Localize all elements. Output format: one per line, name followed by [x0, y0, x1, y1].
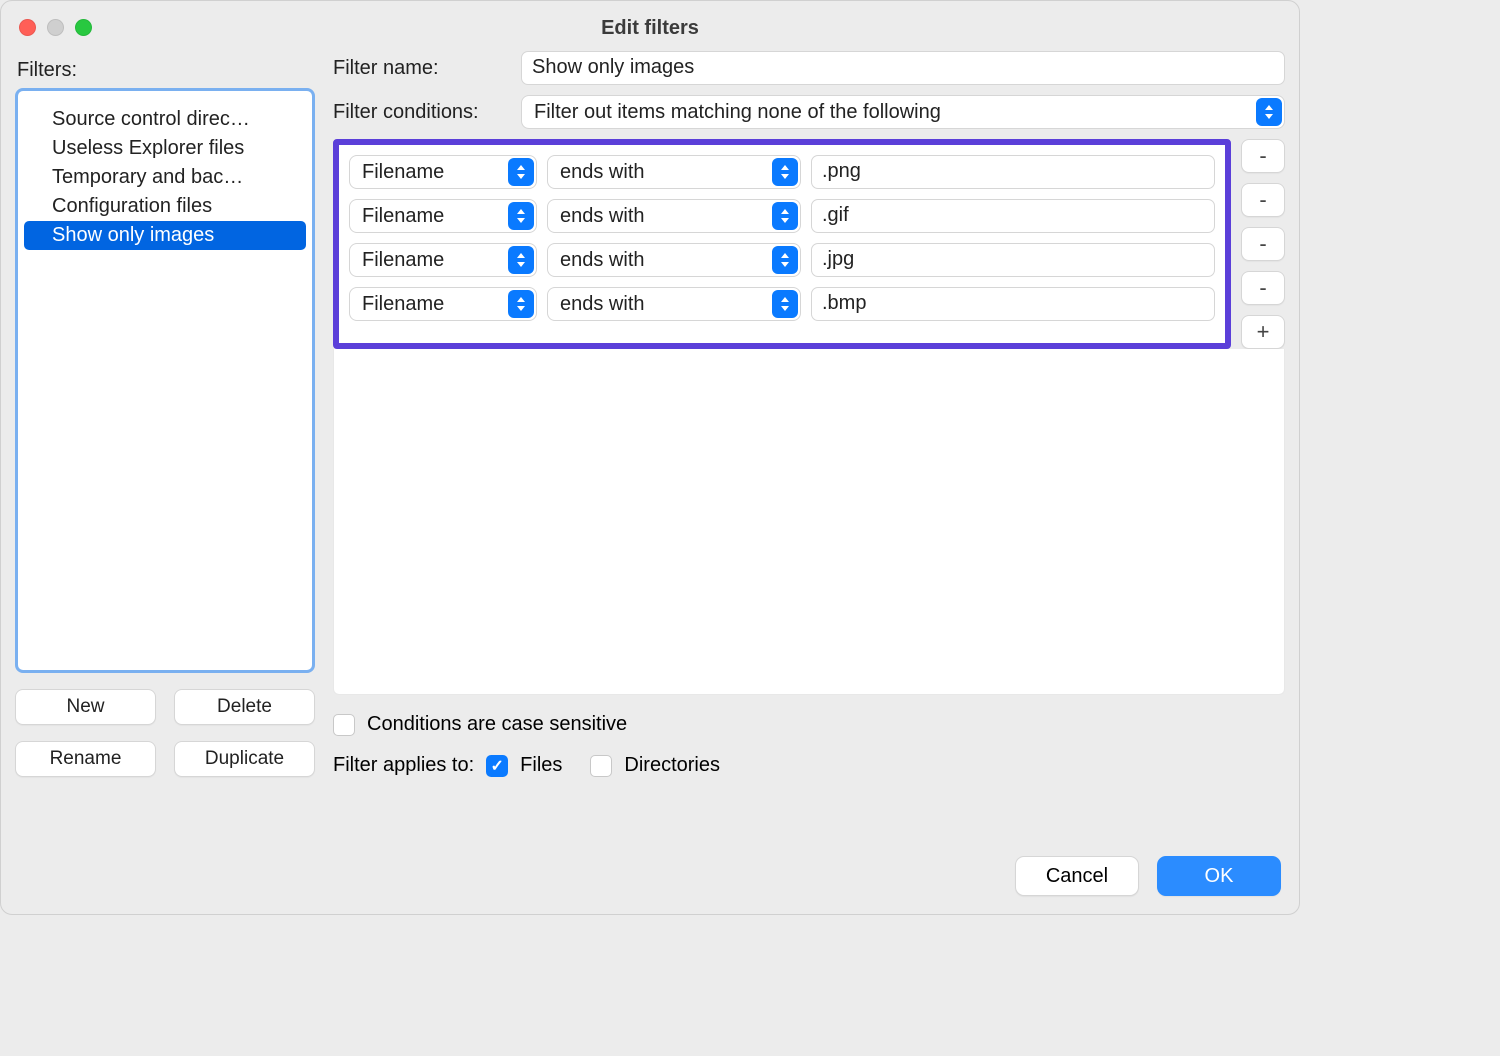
condition-field-select[interactable]: Filename [349, 287, 537, 321]
updown-icon [508, 158, 534, 186]
titlebar: Edit filters [1, 1, 1299, 51]
condition-operator-select[interactable]: ends with [547, 155, 801, 189]
condition-operator-value: ends with [560, 293, 645, 316]
filter-conditions-label: Filter conditions: [333, 101, 511, 124]
filter-item[interactable]: Configuration files [18, 192, 312, 221]
remove-condition-button[interactable]: - [1241, 227, 1285, 261]
zoom-window-button[interactable] [75, 19, 92, 36]
condition-operator-select[interactable]: ends with [547, 243, 801, 277]
directories-label: Directories [624, 754, 720, 777]
updown-icon [508, 246, 534, 274]
condition-field-select[interactable]: Filename [349, 199, 537, 233]
filters-label: Filters: [17, 59, 315, 82]
add-condition-button[interactable]: + [1241, 315, 1285, 349]
condition-operator-select[interactable]: ends with [547, 287, 801, 321]
condition-row: Filename ends with .jpg [349, 243, 1215, 277]
condition-field-value: Filename [362, 161, 444, 184]
condition-field-value: Filename [362, 205, 444, 228]
cancel-button[interactable]: Cancel [1015, 856, 1139, 896]
ok-button[interactable]: OK [1157, 856, 1281, 896]
filter-item[interactable]: Useless Explorer files [18, 134, 312, 163]
remove-condition-button[interactable]: - [1241, 183, 1285, 217]
updown-icon [772, 246, 798, 274]
rename-button[interactable]: Rename [15, 741, 156, 777]
condition-row: Filename ends with .gif [349, 199, 1215, 233]
filter-item-selected[interactable]: Show only images [24, 221, 306, 250]
minimize-window-button[interactable] [47, 19, 64, 36]
condition-field-select[interactable]: Filename [349, 243, 537, 277]
filter-name-input[interactable]: Show only images [521, 51, 1285, 85]
updown-icon [1256, 98, 1282, 126]
condition-value-input[interactable]: .png [811, 155, 1215, 189]
updown-icon [508, 202, 534, 230]
applies-to-label: Filter applies to: [333, 754, 474, 777]
delete-button[interactable]: Delete [174, 689, 315, 725]
condition-value-input[interactable]: .gif [811, 199, 1215, 233]
files-checkbox[interactable] [486, 755, 508, 777]
condition-value-input[interactable]: .jpg [811, 243, 1215, 277]
condition-value-input[interactable]: .bmp [811, 287, 1215, 321]
conditions-empty-area [333, 349, 1285, 695]
remove-condition-button[interactable]: - [1241, 271, 1285, 305]
case-sensitive-checkbox[interactable] [333, 714, 355, 736]
condition-operator-value: ends with [560, 205, 645, 228]
condition-field-select[interactable]: Filename [349, 155, 537, 189]
updown-icon [772, 158, 798, 186]
updown-icon [772, 290, 798, 318]
condition-operator-select[interactable]: ends with [547, 199, 801, 233]
remove-condition-button[interactable]: - [1241, 139, 1285, 173]
files-label: Files [520, 754, 562, 777]
conditions-container: Filename ends with .png Filename [333, 139, 1231, 349]
filter-item[interactable]: Temporary and bac… [18, 163, 312, 192]
filter-conditions-mode-select[interactable]: Filter out items matching none of the fo… [521, 95, 1285, 129]
filter-conditions-mode-value: Filter out items matching none of the fo… [534, 101, 941, 124]
condition-row: Filename ends with .bmp [349, 287, 1215, 321]
window-controls [19, 19, 92, 36]
updown-icon [772, 202, 798, 230]
condition-operator-value: ends with [560, 161, 645, 184]
duplicate-button[interactable]: Duplicate [174, 741, 315, 777]
new-button[interactable]: New [15, 689, 156, 725]
condition-row: Filename ends with .png [349, 155, 1215, 189]
filter-item[interactable]: Source control direc… [18, 105, 312, 134]
condition-field-value: Filename [362, 249, 444, 272]
condition-field-value: Filename [362, 293, 444, 316]
filter-name-label: Filter name: [333, 57, 511, 80]
directories-checkbox[interactable] [590, 755, 612, 777]
updown-icon [508, 290, 534, 318]
close-window-button[interactable] [19, 19, 36, 36]
case-sensitive-label: Conditions are case sensitive [367, 713, 627, 736]
filters-listbox[interactable]: Source control direc… Useless Explorer f… [15, 88, 315, 673]
condition-operator-value: ends with [560, 249, 645, 272]
window-title: Edit filters [17, 13, 1283, 40]
